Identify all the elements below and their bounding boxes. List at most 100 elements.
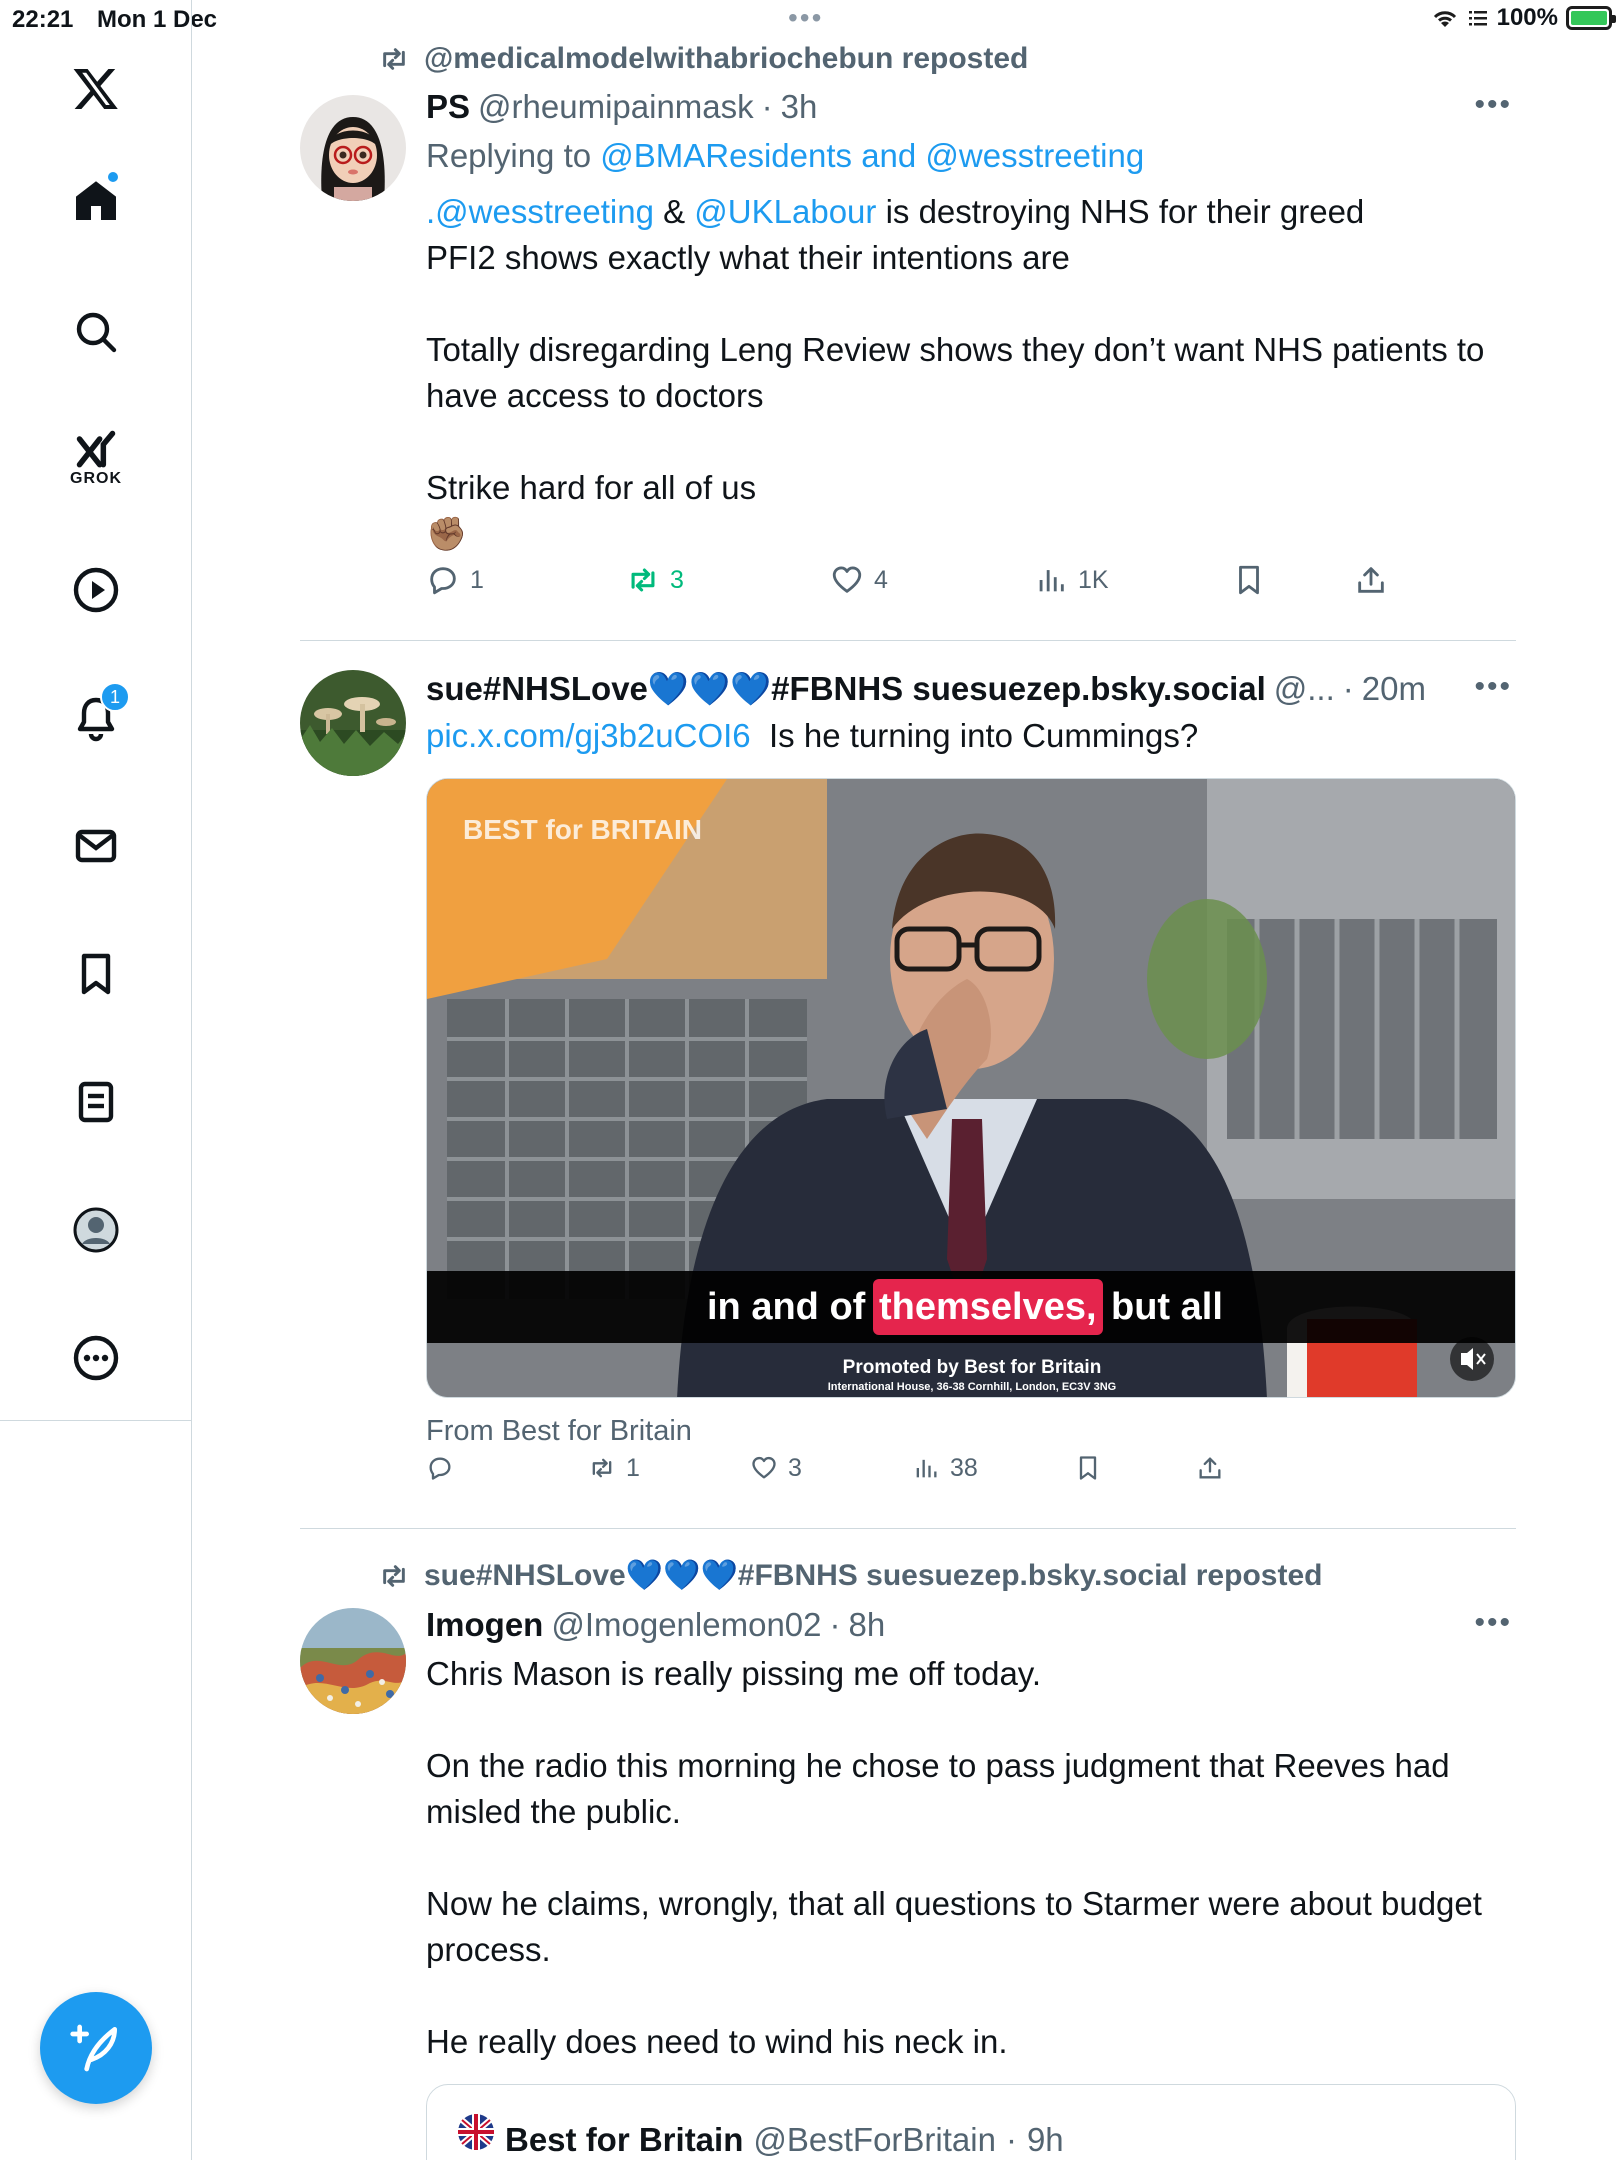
mention-link[interactable]: .@wesstreeting	[426, 193, 654, 230]
handle[interactable]: @...	[1274, 670, 1335, 708]
views-count: 38	[950, 1453, 978, 1482]
tweet-paragraph: Strike hard for all of us	[426, 469, 757, 506]
reply-prefix: Replying to	[426, 137, 592, 174]
pic-link[interactable]: pic.x.com/gj3b2uCOI6	[426, 717, 751, 754]
avatar[interactable]	[300, 95, 406, 201]
mute-icon[interactable]	[1450, 1337, 1494, 1381]
share-icon	[1358, 567, 1384, 593]
caption-pre: in and of	[707, 1286, 866, 1328]
handle[interactable]: @Imogenlemon02	[551, 1606, 821, 1644]
nav-grok[interactable]: GROK	[56, 418, 136, 498]
nav-video[interactable]	[56, 550, 136, 630]
tweet-header: sue#NHSLove💙💙💙#FBNHS suesuezep.bsky.soci…	[426, 670, 1426, 709]
grok-label: GROK	[70, 470, 122, 487]
repost-button[interactable]: 1	[588, 1454, 640, 1483]
more-options-icon[interactable]: •••	[1474, 88, 1512, 122]
battery-icon	[1566, 6, 1616, 30]
separator-dot: ·	[761, 88, 773, 125]
nav-messages[interactable]	[56, 806, 136, 886]
timeline: @medicalmodelwithabriochebun reposted PS…	[300, 0, 1516, 2160]
compose-button[interactable]	[40, 1992, 152, 2104]
timestamp[interactable]: 8h	[849, 1606, 886, 1644]
x-logo-icon[interactable]	[56, 48, 136, 128]
repost-count: 3	[670, 565, 684, 594]
nav-lists[interactable]	[56, 1062, 136, 1142]
nav-notifications[interactable]: 1	[56, 678, 136, 758]
tweet-text: Is he turning into Cummings?	[769, 717, 1199, 754]
repost-icon	[631, 568, 655, 592]
repost-icon	[383, 1564, 405, 1587]
heart-icon	[832, 566, 862, 593]
bookmark-icon	[1079, 1456, 1097, 1480]
repost-count: 1	[626, 1453, 640, 1482]
views-button[interactable]: 38	[912, 1454, 978, 1483]
bookmark-icon	[1239, 565, 1259, 595]
tweet-1[interactable]: @medicalmodelwithabriochebun reposted PS…	[300, 0, 1516, 640]
brand-watermark: BEST for BRITAIN	[463, 814, 702, 845]
like-count: 3	[788, 1453, 802, 1482]
quoted-tweet[interactable]: Best for Britain @BestForBritain · 9h	[426, 2084, 1516, 2160]
compose-icon	[70, 2024, 117, 2072]
tweet-paragraph: He really does need to wind his neck in.	[426, 2023, 1008, 2060]
more-options-icon[interactable]: •••	[1474, 1606, 1512, 1640]
tweet-3[interactable]: sue#NHSLove💙💙💙#FBNHS suesuezep.bsky.soci…	[300, 1528, 1516, 2160]
grok-icon	[76, 430, 116, 468]
like-button[interactable]: 3	[750, 1454, 802, 1483]
nav-bookmarks[interactable]	[56, 934, 136, 1014]
fist-emoji: ✊🏽	[426, 515, 468, 552]
separator-dot: ·	[1342, 670, 1354, 707]
share-button[interactable]	[1196, 1454, 1224, 1482]
tweet-body: pic.x.com/gj3b2uCOI6 Is he turning into …	[426, 713, 1516, 759]
like-button[interactable]: 4	[830, 563, 888, 597]
tweet-2[interactable]: sue#NHSLove💙💙💙#FBNHS suesuezep.bsky.soci…	[300, 640, 1516, 1528]
promoted-address: International House, 36-38 Cornhill, Lon…	[828, 1381, 1116, 1393]
timestamp[interactable]: 20m	[1362, 670, 1426, 708]
views-button[interactable]: 1K	[1034, 563, 1109, 597]
display-name[interactable]: Imogen	[426, 1606, 543, 1644]
ampersand: &	[663, 193, 686, 230]
tweet-text: is destroying NHS for their greed	[885, 193, 1365, 230]
tweet-paragraph: On the radio this morning he chose to pa…	[426, 1747, 1450, 1830]
tweet-text: PFI2 shows exactly what their intentions…	[426, 239, 1070, 276]
repost-button[interactable]: 3	[626, 563, 684, 597]
play-icon	[73, 567, 119, 613]
bookmark-button[interactable]	[1232, 563, 1266, 597]
quote-timestamp: 9h	[1026, 2121, 1064, 2158]
list-icon	[78, 1081, 114, 1123]
reply-button[interactable]	[426, 1454, 464, 1482]
share-icon	[1199, 1457, 1221, 1479]
tweet-header: PS @rheumipainmask · 3h	[426, 88, 817, 126]
handle[interactable]: @rheumipainmask	[478, 88, 754, 126]
tweet-paragraph: Totally disregarding Leng Review shows t…	[426, 331, 1485, 414]
display-name[interactable]: sue#NHSLove💙💙💙#FBNHS suesuezep.bsky.soci…	[426, 670, 1266, 709]
nav-search[interactable]	[56, 292, 136, 372]
nav-home[interactable]	[56, 160, 136, 240]
reply-count: 1	[470, 565, 484, 594]
display-name[interactable]: PS	[426, 88, 470, 126]
reply-icon	[429, 1457, 451, 1480]
tweet-body: Chris Mason is really pissing me off tod…	[426, 1651, 1516, 2065]
home-badge-dot	[106, 170, 120, 184]
reply-icon	[430, 567, 456, 595]
more-circle-icon	[73, 1335, 119, 1381]
avatar[interactable]	[300, 670, 406, 776]
separator-dot: ·	[829, 1606, 841, 1643]
reply-users-link[interactable]: @BMAResidents and @wesstreeting	[600, 137, 1144, 174]
views-icon	[916, 1459, 937, 1478]
repost-icon	[592, 1458, 612, 1478]
more-options-icon[interactable]: •••	[1474, 670, 1512, 704]
mention-link[interactable]: @UKLabour	[694, 193, 876, 230]
nav-profile[interactable]	[56, 1190, 136, 1270]
avatar[interactable]	[300, 1608, 406, 1714]
share-button[interactable]	[1354, 563, 1388, 597]
repost-text: sue#NHSLove💙💙💙#FBNHS suesuezep.bsky.soci…	[424, 1559, 1323, 1592]
from-line[interactable]: From Best for Britain	[426, 1415, 692, 1448]
quote-handle: @BestForBritain	[753, 2121, 996, 2158]
bookmark-button[interactable]	[1074, 1454, 1102, 1482]
timestamp[interactable]: 3h	[781, 88, 818, 126]
nav-more[interactable]	[56, 1318, 136, 1398]
video-player[interactable]: in and of themselves, but all Promoted b…	[426, 778, 1516, 1398]
caption-post: but all	[1111, 1286, 1223, 1328]
repost-icon	[383, 48, 405, 70]
reply-button[interactable]: 1	[426, 563, 484, 597]
